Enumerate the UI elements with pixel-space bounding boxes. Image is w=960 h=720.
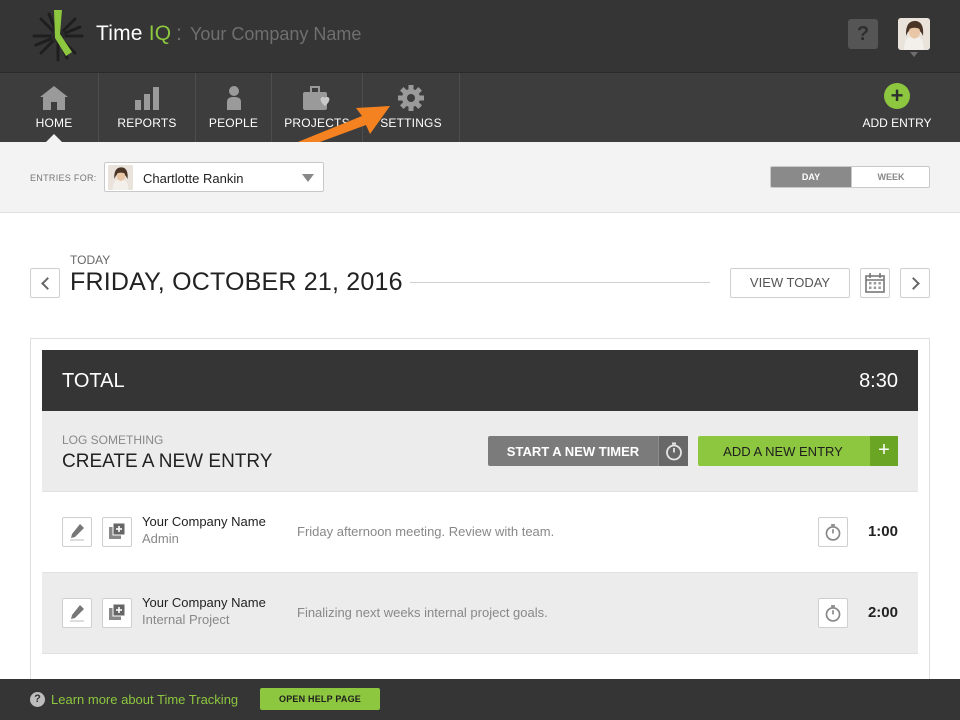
total-label: TOTAL [62,370,125,392]
chevron-left-icon [41,277,54,290]
entries-for-label: ENTRIES FOR: [30,173,97,183]
duplicate-entry-button[interactable] [102,517,132,547]
duplicate-icon [109,603,126,620]
open-help-page-button[interactable]: OPEN HELP PAGE [260,688,380,710]
time-iq-logo[interactable] [30,8,86,64]
chevron-right-icon [907,277,920,290]
entry-duration: 2:00 [867,604,898,621]
avatar-image [898,18,930,50]
entry-project: Your Company Name [142,514,266,529]
create-entry-heading: CREATE A NEW ENTRY [62,451,273,472]
plus-circle-icon: + [884,83,910,109]
pencil-icon [70,524,84,541]
entry-task: Internal Project [142,612,230,627]
brand-text: Time [96,22,143,45]
add-entry-nav-button[interactable]: + ADD ENTRY [860,73,934,143]
total-value: 8:30 [859,370,898,392]
day-toggle-button[interactable]: DAY [771,167,851,187]
nav-label-reports: REPORTS [117,116,177,130]
entry-timer-button[interactable] [818,517,848,547]
person-icon [226,86,241,110]
entry-row: Your Company Name Admin Friday afternoon… [42,492,918,573]
entry-row: Your Company Name Internal Project Final… [42,573,918,654]
entry-duration: 1:00 [867,523,898,540]
avatar-dropdown-caret[interactable] [910,52,918,57]
start-timer-label: START A NEW TIMER [506,444,640,459]
help-footer: ? Learn more about Time Tracking OPEN HE… [0,679,960,720]
main-nav: HOME REPORTS PEOPLE PROJECTS SETTINGS + … [0,72,960,143]
view-today-button[interactable]: VIEW TODAY [730,268,850,298]
entry-project: Your Company Name [142,595,266,610]
nav-label-people: PEOPLE [208,116,259,130]
previous-day-button[interactable] [30,268,60,298]
calendar-button[interactable] [860,268,890,298]
user-select-dropdown[interactable]: Chartlotte Rankin [104,162,324,192]
help-button[interactable]: ? [848,19,878,49]
chevron-down-icon [302,174,314,182]
avatar-image [108,165,133,190]
duplicate-entry-button[interactable] [102,598,132,628]
next-day-button[interactable] [900,268,930,298]
entry-description: Friday afternoon meeting. Review with te… [297,524,555,539]
add-new-entry-label: ADD A NEW ENTRY [723,444,843,459]
duplicate-icon [109,522,126,539]
filter-bar: ENTRIES FOR: Chartlotte Rankin DAY WEEK [0,142,960,213]
add-entry-nav-label: ADD ENTRY [862,116,932,130]
total-bar: TOTAL 8:30 [42,350,918,411]
entry-task: Admin [142,531,179,546]
company-name[interactable]: Your Company Name [190,24,361,45]
start-timer-button[interactable]: START A NEW TIMER [488,436,688,466]
create-entry-row: LOG SOMETHING CREATE A NEW ENTRY START A… [42,411,918,492]
pencil-icon [70,605,84,622]
nav-item-home[interactable]: HOME [10,73,99,143]
nav-item-people[interactable]: PEOPLE [196,73,272,143]
edit-entry-button[interactable] [62,517,92,547]
plus-icon: + [870,436,898,466]
nav-label-home: HOME [35,116,73,130]
user-select-avatar [108,165,133,190]
learn-more-link[interactable]: Learn more about Time Tracking [51,692,238,707]
selected-user-name: Chartlotte Rankin [143,171,244,186]
log-something-label: LOG SOMETHING [62,433,164,447]
edit-entry-button[interactable] [62,598,92,628]
add-new-entry-button[interactable]: ADD A NEW ENTRY + [698,436,898,466]
brand-separator: : [176,22,182,45]
question-icon: ? [30,692,45,707]
nav-item-reports[interactable]: REPORTS [99,73,196,143]
brand-accent: IQ [148,22,172,45]
bar-chart-icon [135,87,159,110]
user-avatar[interactable] [898,18,930,50]
calendar-icon [865,273,885,293]
brand-name: Time IQ [96,22,171,46]
home-icon [40,86,68,110]
stopwatch-icon [825,524,841,541]
entry-description: Finalizing next weeks internal project g… [297,605,548,620]
day-week-toggle: DAY WEEK [770,166,930,188]
stopwatch-icon [825,605,841,622]
entry-timer-button[interactable] [818,598,848,628]
today-label: TODAY [70,253,111,267]
current-date: FRIDAY, OCTOBER 21, 2016 [70,268,403,296]
week-toggle-button[interactable]: WEEK [851,167,929,187]
stopwatch-icon [658,436,688,466]
divider [410,282,710,283]
top-bar: Time IQ : Your Company Name ? [0,0,960,72]
